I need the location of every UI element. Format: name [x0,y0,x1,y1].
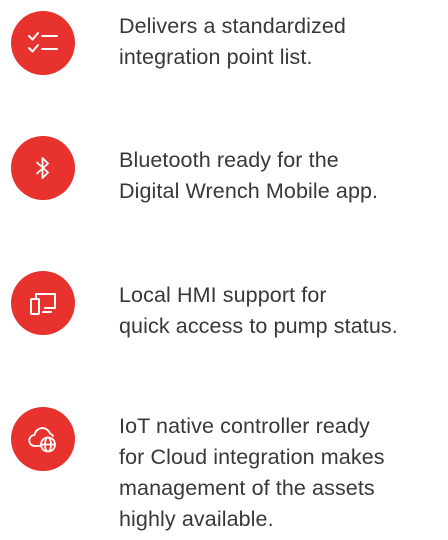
feature-description: Bluetooth ready for the Digital Wrench M… [119,145,444,207]
feature-text-line: Digital Wrench Mobile app. [119,179,379,203]
feature-text-line: Delivers a standardized [119,14,346,38]
feature-description: Delivers a standardized integration poin… [119,11,444,73]
feature-description: Local HMI support for quick access to pu… [119,280,444,342]
feature-text-line: Local HMI support for [119,283,327,307]
monitor-icon [11,271,75,335]
feature-text-line: quick access to pump status. [119,314,398,338]
feature-text-line: for Cloud integration makes [119,445,385,469]
feature-description: IoT native controller ready for Cloud in… [119,411,444,535]
feature-text-line: highly available. [119,507,274,531]
cloud-globe-icon [11,407,75,471]
feature-text-line: management of the assets [119,476,375,500]
checklist-icon [11,11,75,75]
feature-text-line: Bluetooth ready for the [119,148,339,172]
feature-text-line: IoT native controller ready [119,414,370,438]
feature-text-line: integration point list. [119,45,313,69]
bluetooth-icon [11,136,75,200]
